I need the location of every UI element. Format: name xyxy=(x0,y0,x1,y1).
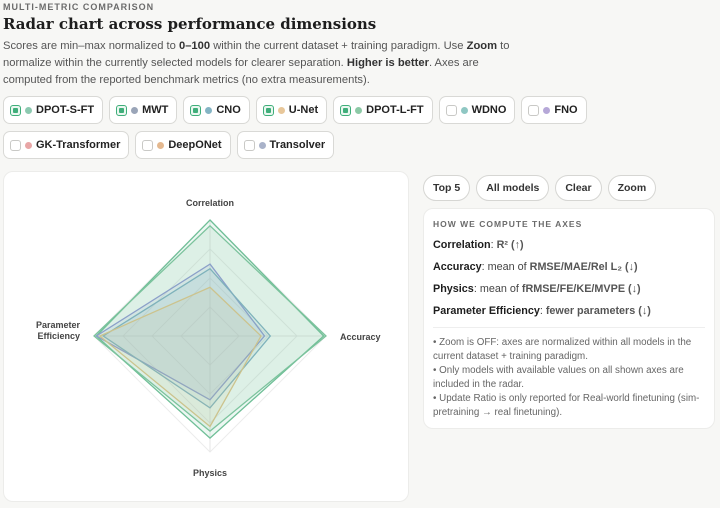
color-dot-icon xyxy=(277,106,285,114)
definition-sep: : mean of xyxy=(481,261,530,273)
definition-value: fRMSE/FE/KE/MVPE (↓) xyxy=(521,283,641,295)
model-chip-fno[interactable]: FNO xyxy=(521,96,587,124)
color-dot-icon xyxy=(460,106,468,114)
info-note: • Update Ratio is only reported for Real… xyxy=(433,393,700,418)
definition-value: R² (↑) xyxy=(496,239,524,251)
axis-label-parameter-efficiency: Efficiency xyxy=(37,331,80,341)
model-chip-dpot-s-ft[interactable]: DPOT-S-FT xyxy=(3,96,104,124)
checkbox-icon[interactable] xyxy=(116,104,128,116)
model-filter-chips: DPOT-S-FT MWT CNO U-Net DPOT-L-FT WDNO FNO GK-T… xyxy=(3,96,603,166)
model-chip-u-net[interactable]: U-Net xyxy=(255,96,328,124)
model-chip-gk-transformer[interactable]: GK-Transformer xyxy=(3,131,130,159)
axis-definition: Accuracy: mean of RMSE/MAE/Rel L₂ (↓) xyxy=(433,261,705,273)
axis-definition: Correlation: R² (↑) xyxy=(433,239,705,251)
color-dot-icon xyxy=(131,106,139,114)
description-segment: Scores are min–max normalized to xyxy=(3,40,179,52)
definition-term: Accuracy xyxy=(433,261,482,273)
chip-label: Transolver xyxy=(269,139,326,151)
color-dot-icon xyxy=(157,141,165,149)
checkbox-icon[interactable] xyxy=(10,139,21,151)
top5-button[interactable]: Top 5 xyxy=(423,175,471,201)
chip-label: FNO xyxy=(554,104,578,116)
info-heading: HOW WE COMPUTE THE AXES xyxy=(433,219,583,229)
definition-sep: : mean of xyxy=(473,283,522,295)
chip-label: DPOT-S-FT xyxy=(36,104,95,116)
color-dot-icon xyxy=(25,141,32,149)
description-segment: within the current dataset + training pa… xyxy=(210,40,467,52)
axis-definitions: Correlation: R² (↑) Accuracy: mean of RMS… xyxy=(433,239,705,317)
checkbox-icon[interactable] xyxy=(190,104,202,116)
checkbox-icon[interactable] xyxy=(445,104,457,116)
axis-label-correlation: Correlation xyxy=(186,198,234,208)
chip-label: DPOT-L-FT xyxy=(366,104,424,116)
definition-term: Correlation xyxy=(433,239,491,251)
model-chip-deeponet[interactable]: DeepONet xyxy=(135,131,231,159)
chip-label: WDNO xyxy=(471,104,507,116)
page-title: Radar chart across performance dimension… xyxy=(3,15,377,33)
description-segment: Higher is better xyxy=(346,57,429,69)
chip-row: DPOT-S-FT MWT CNO U-Net DPOT-L-FT WDNO FNO xyxy=(3,96,603,124)
radar-chart-card: Correlation Accuracy Physics Parameter Effic… xyxy=(3,171,409,502)
radar-chart: Correlation Accuracy Physics ParameterEffic… xyxy=(36,198,381,478)
divider xyxy=(433,327,705,328)
info-notes: • Zoom is OFF: axes are normalized withi… xyxy=(433,336,705,420)
color-dot-icon xyxy=(258,141,266,149)
chip-label: MWT xyxy=(142,104,169,116)
info-note: • Zoom is OFF: axes are normalized withi… xyxy=(433,337,692,362)
chip-label: GK-Transformer xyxy=(36,139,121,151)
section-kicker: MULTI-METRIC COMPARISON xyxy=(3,2,155,12)
info-note: • Only models with available values on a… xyxy=(433,365,684,390)
checkbox-icon[interactable] xyxy=(528,104,540,116)
model-chip-mwt[interactable]: MWT xyxy=(109,96,178,124)
definition-value: fewer parameters (↓) xyxy=(545,305,651,317)
description-segment: Zoom xyxy=(466,40,498,52)
axes-info-panel: HOW WE COMPUTE THE AXES Correlation: R² … xyxy=(423,208,715,429)
clear-button[interactable]: Clear xyxy=(555,175,602,201)
checkbox-icon[interactable] xyxy=(142,139,154,151)
chip-label: DeepONet xyxy=(168,139,222,151)
model-chip-cno[interactable]: CNO xyxy=(183,96,250,124)
chip-row: GK-Transformer DeepONet Transolver xyxy=(3,131,603,159)
model-chip-transolver[interactable]: Transolver xyxy=(236,131,335,159)
description: Scores are min–max normalized to 0–100 w… xyxy=(3,38,523,89)
checkbox-icon[interactable] xyxy=(262,104,274,116)
axis-definition: Parameter Efficiency: fewer parameters (… xyxy=(433,305,705,317)
series-polygon-dpot-l-ft xyxy=(93,224,327,432)
color-dot-icon xyxy=(205,106,213,114)
axis-label-parameter-efficiency: Parameter xyxy=(36,320,81,330)
description-segment: 0–100 xyxy=(178,40,211,52)
definition-term: Physics xyxy=(433,283,474,295)
axis-label-physics: Physics xyxy=(193,468,227,478)
checkbox-icon[interactable] xyxy=(243,139,255,151)
color-dot-icon xyxy=(543,106,551,114)
model-chip-dpot-l-ft[interactable]: DPOT-L-FT xyxy=(333,96,433,124)
color-dot-icon xyxy=(25,106,32,114)
checkbox-icon[interactable] xyxy=(10,104,21,116)
model-chip-wdno[interactable]: WDNO xyxy=(438,96,516,124)
axis-label-accuracy: Accuracy xyxy=(340,332,381,342)
axis-definition: Physics: mean of fRMSE/FE/KE/MVPE (↓) xyxy=(433,283,705,295)
definition-term: Parameter Efficiency xyxy=(433,305,540,317)
definition-value: RMSE/MAE/Rel L₂ (↓) xyxy=(529,261,638,273)
checkbox-icon[interactable] xyxy=(340,104,352,116)
chart-controls: Top 5 All models Clear Zoom xyxy=(423,175,657,201)
chip-label: U-Net xyxy=(288,104,319,116)
color-dot-icon xyxy=(355,106,363,114)
zoom-button[interactable]: Zoom xyxy=(607,175,657,201)
all-models-button[interactable]: All models xyxy=(476,175,550,201)
chip-label: CNO xyxy=(216,104,241,116)
